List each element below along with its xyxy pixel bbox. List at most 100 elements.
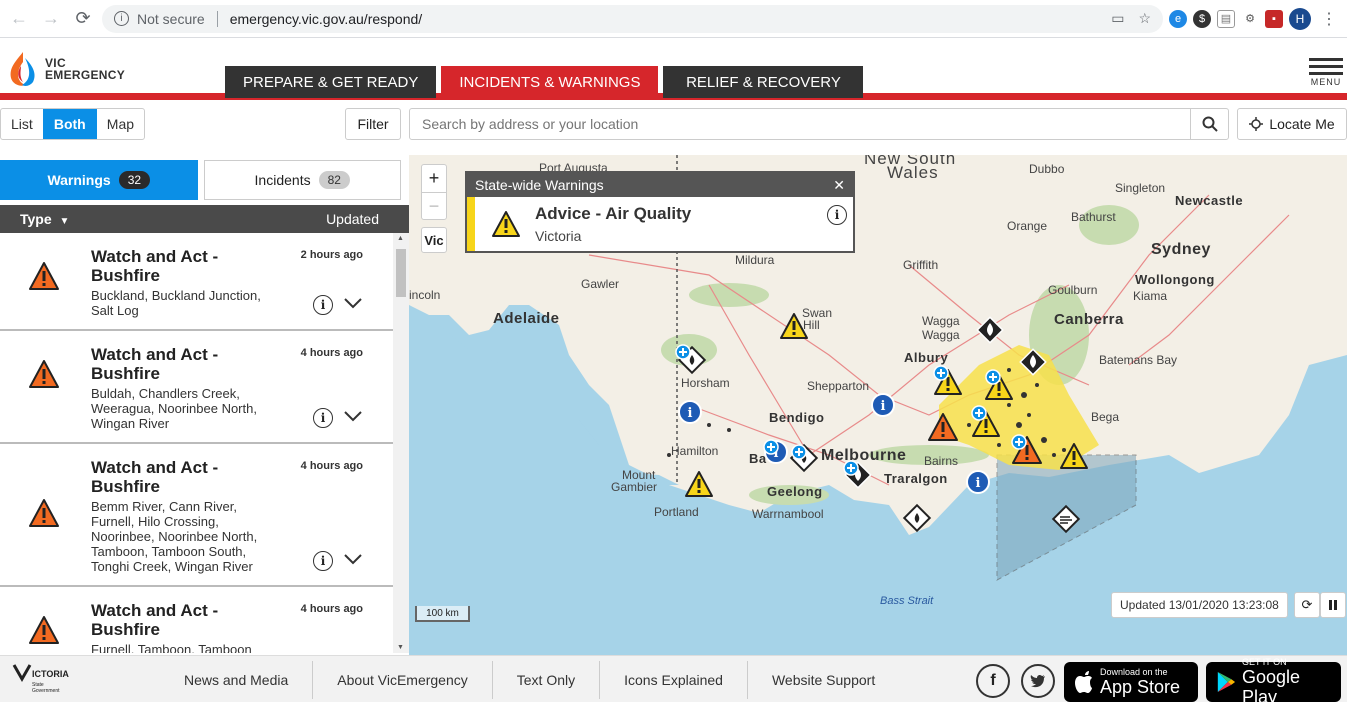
medical-marker-icon[interactable] — [933, 365, 949, 381]
map-label: Goulburn — [1048, 283, 1098, 297]
google-play-badge[interactable]: GET IT ON Google Play — [1206, 657, 1341, 707]
bookmark-star-icon[interactable]: ☆ — [1138, 10, 1151, 27]
item-title: Watch and Act - Bushfire — [91, 247, 219, 285]
view-toolbar: List Both Map Filter Locate Me — [0, 100, 1347, 148]
forward-icon[interactable]: → — [38, 6, 64, 32]
watch-act-marker-icon[interactable] — [927, 412, 959, 442]
footer-link-support[interactable]: Website Support — [748, 661, 899, 699]
view-both[interactable]: Both — [42, 109, 97, 139]
profile-avatar[interactable]: H — [1289, 7, 1311, 30]
back-icon[interactable]: ← — [6, 6, 32, 32]
nav-prepare[interactable]: PREPARE & GET READY — [225, 66, 437, 98]
list-item[interactable]: Watch and Act - Bushfire Buckland, Buckl… — [0, 233, 393, 331]
sort-updated-header[interactable]: Updated — [326, 211, 379, 227]
medical-marker-icon[interactable] — [971, 405, 987, 421]
zoom-out-button[interactable]: − — [422, 192, 446, 219]
popup-subtitle: Victoria — [535, 228, 582, 244]
footer-link-news[interactable]: News and Media — [160, 660, 314, 699]
medical-marker-icon[interactable] — [985, 369, 1001, 385]
search-button[interactable] — [1190, 109, 1228, 139]
info-marker-icon[interactable]: i — [965, 469, 991, 495]
locate-me-button[interactable]: Locate Me — [1237, 108, 1347, 140]
reload-icon[interactable]: ⟳ — [70, 6, 96, 32]
item-time: 4 hours ago — [300, 460, 363, 472]
view-map[interactable]: Map — [97, 109, 144, 139]
fire-incident-marker-icon[interactable] — [1018, 347, 1048, 377]
info-icon[interactable]: i — [827, 205, 847, 225]
vic-extent-button[interactable]: Vic — [421, 227, 447, 253]
medical-marker-icon[interactable] — [1011, 434, 1027, 450]
zoom-in-button[interactable]: + — [422, 165, 446, 192]
planned-burn-marker-icon[interactable] — [902, 503, 932, 533]
info-icon[interactable]: i — [313, 408, 333, 428]
medical-marker-icon[interactable] — [675, 344, 691, 360]
tab-warnings[interactable]: Warnings 32 — [0, 160, 198, 200]
list-item[interactable]: Watch and Act - Bushfire Bemm River, Can… — [0, 444, 393, 587]
map-scale: 100 km — [415, 606, 470, 622]
extension-icon[interactable]: ▤ — [1217, 9, 1235, 28]
filter-button[interactable]: Filter — [345, 108, 401, 140]
watch-act-warning-icon — [29, 499, 59, 527]
advice-warning-marker-icon[interactable] — [684, 470, 714, 498]
appstore-big-text: App Store — [1100, 677, 1181, 697]
extension-icon[interactable]: $ — [1193, 9, 1211, 28]
url-text[interactable]: emergency.vic.gov.au/respond/ — [230, 11, 422, 27]
info-icon[interactable]: i — [313, 551, 333, 571]
sort-type-header[interactable]: Type ▼ — [20, 211, 69, 227]
info-icon[interactable]: i — [114, 11, 129, 26]
refresh-icon[interactable]: ⟳ — [1294, 592, 1320, 618]
vicemergency-logo[interactable]: VIC EMERGENCY — [5, 50, 125, 88]
medical-marker-icon[interactable] — [791, 444, 807, 460]
item-time: 4 hours ago — [300, 603, 363, 615]
facebook-icon[interactable]: f — [976, 664, 1010, 698]
scroll-thumb[interactable] — [396, 249, 406, 297]
tab-incidents[interactable]: Incidents 82 — [203, 160, 401, 200]
close-icon[interactable]: ✕ — [833, 177, 845, 194]
list-item[interactable]: Watch and Act - Bushfire Furnell, Tamboo… — [0, 587, 393, 653]
address-bar[interactable]: i Not secure emergency.vic.gov.au/respon… — [102, 4, 1163, 33]
item-time: 4 hours ago — [300, 347, 363, 359]
footer-link-about[interactable]: About VicEmergency — [313, 660, 493, 699]
nav-incidents-warnings[interactable]: INCIDENTS & WARNINGS — [441, 66, 659, 98]
search-input[interactable] — [410, 109, 1190, 139]
footer-link-icons[interactable]: Icons Explained — [600, 660, 748, 699]
medical-marker-icon[interactable] — [843, 460, 859, 476]
map-label: Traralgon — [884, 471, 948, 486]
scroll-down-arrow[interactable]: ▼ — [397, 644, 404, 651]
extension-icon[interactable]: ⚙ — [1241, 9, 1259, 28]
tab-warnings-label: Warnings — [47, 172, 111, 188]
pause-icon[interactable] — [1320, 592, 1346, 618]
info-marker-icon[interactable]: i — [677, 399, 703, 425]
googleplay-small-text: GET IT ON — [1241, 657, 1287, 667]
app-store-badge[interactable]: Download on the App Store — [1064, 662, 1198, 702]
map-label: Warrnambool — [752, 507, 824, 521]
list-scrollbar[interactable]: ▲ ▼ — [393, 233, 409, 653]
chevron-down-icon[interactable] — [343, 296, 363, 314]
footer-link-text-only[interactable]: Text Only — [493, 660, 601, 699]
medical-marker-icon[interactable] — [763, 439, 779, 455]
advice-warning-marker-icon[interactable] — [1059, 442, 1089, 470]
popup-body[interactable]: Advice - Air Quality Victoria i — [467, 197, 853, 251]
locate-me-label: Locate Me — [1269, 116, 1335, 132]
info-icon[interactable]: i — [313, 295, 333, 315]
advice-warning-marker-icon[interactable] — [779, 312, 809, 340]
menu-button[interactable]: MENU — [1309, 58, 1343, 87]
wind-warning-marker-icon[interactable] — [1050, 503, 1082, 535]
scroll-up-arrow[interactable]: ▲ — [397, 235, 404, 242]
chevron-down-icon[interactable] — [343, 409, 363, 427]
twitter-icon[interactable] — [1021, 664, 1055, 698]
info-marker-icon[interactable]: i — [870, 392, 896, 418]
list-item[interactable]: Watch and Act - Bushfire Buldah, Chandle… — [0, 331, 393, 444]
extension-icon[interactable]: ▪ — [1265, 9, 1283, 28]
chevron-down-icon[interactable] — [343, 552, 363, 570]
edge-extension-icon[interactable]: e — [1169, 9, 1187, 28]
victoria-government-logo[interactable]: ICTORIA State Government — [12, 661, 72, 697]
browser-menu-icon[interactable]: ⋮ — [1317, 9, 1341, 29]
view-list[interactable]: List — [1, 109, 43, 139]
google-play-icon — [1217, 672, 1236, 692]
cast-icon[interactable]: ▭ — [1111, 10, 1124, 27]
content-area: Warnings 32 Incidents 82 Type ▼ Updated … — [0, 155, 1347, 655]
fire-incident-marker-icon[interactable] — [975, 315, 1005, 345]
incident-map[interactable]: New South Wales Dubbo Singleton Newcastl… — [409, 155, 1347, 655]
nav-relief-recovery[interactable]: RELIEF & RECOVERY — [663, 66, 864, 98]
